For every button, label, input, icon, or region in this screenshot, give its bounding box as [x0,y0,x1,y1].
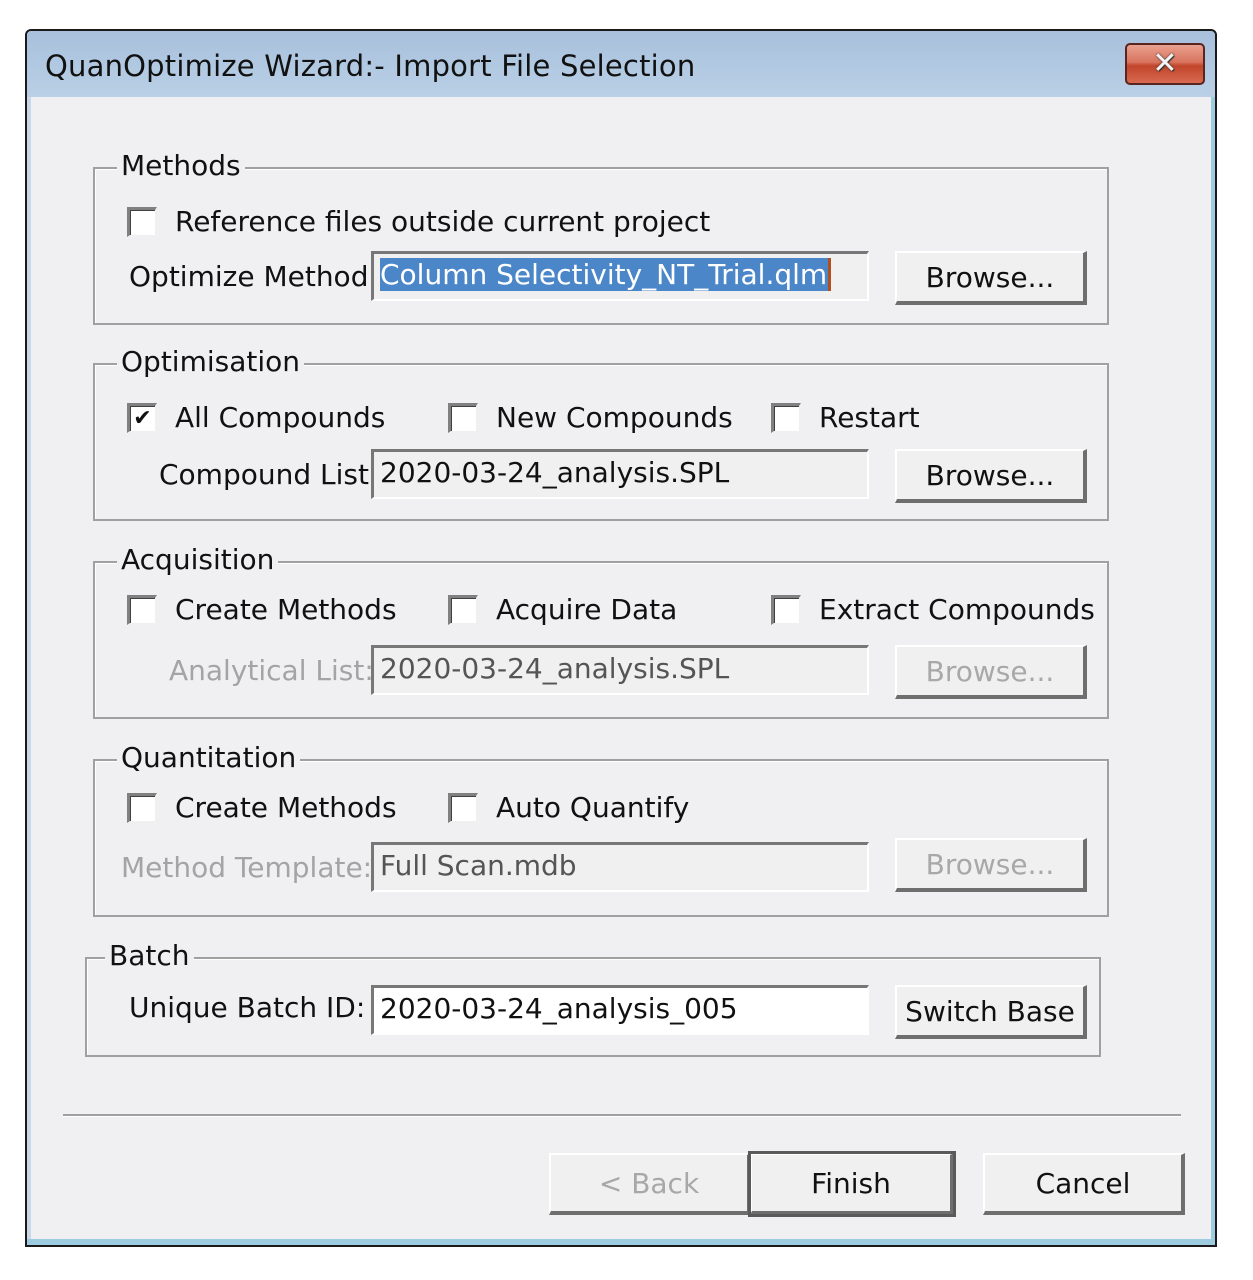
footer-separator [63,1114,1181,1117]
compound-list-browse-button[interactable]: Browse... [895,449,1087,503]
extract-compounds-checkbox[interactable] [771,595,801,625]
optimisation-group: Optimisation ✔ All Compounds New Compoun… [93,345,1109,521]
reference-outside-label[interactable]: Reference files outside current project [175,205,710,239]
optimisation-legend: Optimisation [117,345,305,379]
finish-button[interactable]: Finish [748,1151,956,1217]
checkmark-icon: ✔ [133,405,152,430]
unique-batch-id-input[interactable]: 2020-03-24_analysis_005 [371,985,869,1035]
acq-create-methods-label[interactable]: Create Methods [175,593,397,627]
methods-group: Methods Reference files outside current … [93,149,1109,325]
compound-list-label: Compound List: [159,458,379,491]
acquisition-group: Acquisition Create Methods Acquire Data … [93,543,1109,719]
wizard-window: QuanOptimize Wizard:- Import File Select… [25,29,1217,1247]
quant-create-methods-checkbox[interactable] [127,793,157,823]
method-template-browse-button[interactable]: Browse... [895,838,1087,892]
batch-group: Batch Unique Batch ID: 2020-03-24_analys… [85,939,1101,1057]
extract-compounds-label[interactable]: Extract Compounds [819,593,1095,627]
all-compounds-checkbox[interactable]: ✔ [127,403,157,433]
optimize-method-input[interactable]: Column Selectivity_NT_Trial.qlm [371,251,869,301]
back-button[interactable]: < Back [549,1153,751,1215]
close-x-icon: ✕ [1152,46,1178,81]
quantitation-legend: Quantitation [117,741,301,775]
method-template-input[interactable]: Full Scan.mdb [371,842,869,892]
switch-base-button[interactable]: Switch Base [895,985,1087,1039]
acq-create-methods-checkbox[interactable] [127,595,157,625]
quantitation-group: Quantitation Create Methods Auto Quantif… [93,741,1109,917]
close-button[interactable]: ✕ [1125,43,1205,85]
new-compounds-label[interactable]: New Compounds [496,401,733,435]
acquire-data-label[interactable]: Acquire Data [496,593,677,627]
optimize-method-value: Column Selectivity_NT_Trial.qlm [380,258,832,291]
window-title: QuanOptimize Wizard:- Import File Select… [45,49,696,83]
unique-batch-id-label: Unique Batch ID: [129,991,366,1024]
restart-checkbox[interactable] [771,403,801,433]
acquisition-legend: Acquisition [117,543,279,577]
optimize-method-label: Optimize Method: [129,260,378,293]
analytical-list-label: Analytical List: [169,654,374,687]
analytical-list-input[interactable]: 2020-03-24_analysis.SPL [371,645,869,695]
method-template-label: Method Template: [121,851,373,884]
title-bar[interactable]: QuanOptimize Wizard:- Import File Select… [27,31,1215,97]
cancel-button[interactable]: Cancel [983,1153,1185,1215]
new-compounds-checkbox[interactable] [448,403,478,433]
analytical-list-browse-button[interactable]: Browse... [895,645,1087,699]
restart-label[interactable]: Restart [819,401,920,435]
reference-outside-checkbox[interactable] [127,207,157,237]
acquire-data-checkbox[interactable] [448,595,478,625]
all-compounds-label[interactable]: All Compounds [175,401,385,435]
auto-quantify-label[interactable]: Auto Quantify [496,791,689,825]
compound-list-input[interactable]: 2020-03-24_analysis.SPL [371,449,869,499]
methods-legend: Methods [117,149,245,183]
auto-quantify-checkbox[interactable] [448,793,478,823]
batch-legend: Batch [105,939,194,973]
quant-create-methods-label[interactable]: Create Methods [175,791,397,825]
optimize-method-browse-button[interactable]: Browse... [895,251,1087,305]
